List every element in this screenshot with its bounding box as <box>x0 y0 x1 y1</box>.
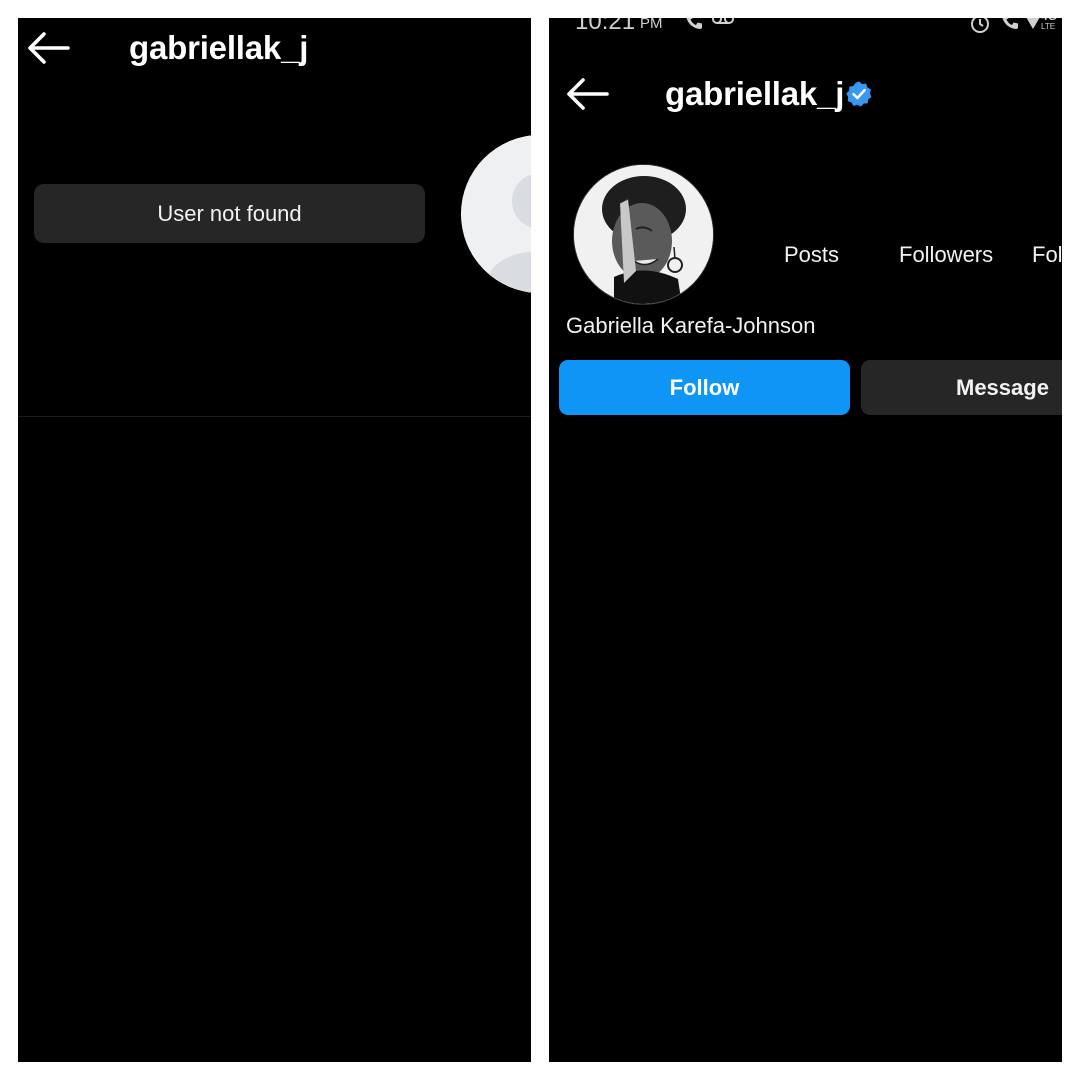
signal-icon <box>1026 18 1040 29</box>
section-divider <box>18 416 531 417</box>
username-title: gabriellak_j <box>129 29 309 66</box>
profile-picture[interactable] <box>573 164 714 305</box>
right-screenshot-panel: 10:21 PM 4G LTE gabriellak_j <box>549 18 1062 1062</box>
posts-stat-label[interactable]: Posts <box>784 241 839 269</box>
followers-stat-label[interactable]: Followers <box>899 241 993 269</box>
alarm-icon <box>971 18 989 33</box>
user-not-found-toast: User not found <box>34 184 425 243</box>
back-arrow-icon[interactable] <box>565 76 609 112</box>
status-bar: 10:21 PM 4G LTE <box>549 18 1062 36</box>
status-ampm: PM <box>640 18 663 32</box>
status-time: 10:21 <box>575 18 636 35</box>
back-arrow-icon[interactable] <box>26 30 70 66</box>
volte-call-icon <box>1002 18 1018 29</box>
network-subtype: LTE <box>1041 22 1056 31</box>
message-button[interactable]: Message <box>861 360 1062 415</box>
network-indicator: 4G LTE <box>1041 18 1057 31</box>
profile-full-name: Gabriella Karefa-Johnson <box>566 313 816 338</box>
voicemail-icon <box>712 18 734 24</box>
follow-button[interactable]: Follow <box>559 360 850 415</box>
following-stat-label[interactable]: Following <box>1032 241 1062 269</box>
left-screenshot-panel: gabriellak_j User not found <box>18 18 531 1062</box>
default-avatar-icon <box>461 135 531 293</box>
username-title: gabriellak_j <box>665 75 845 112</box>
phone-call-icon <box>686 18 702 29</box>
verified-badge-icon <box>846 81 872 107</box>
